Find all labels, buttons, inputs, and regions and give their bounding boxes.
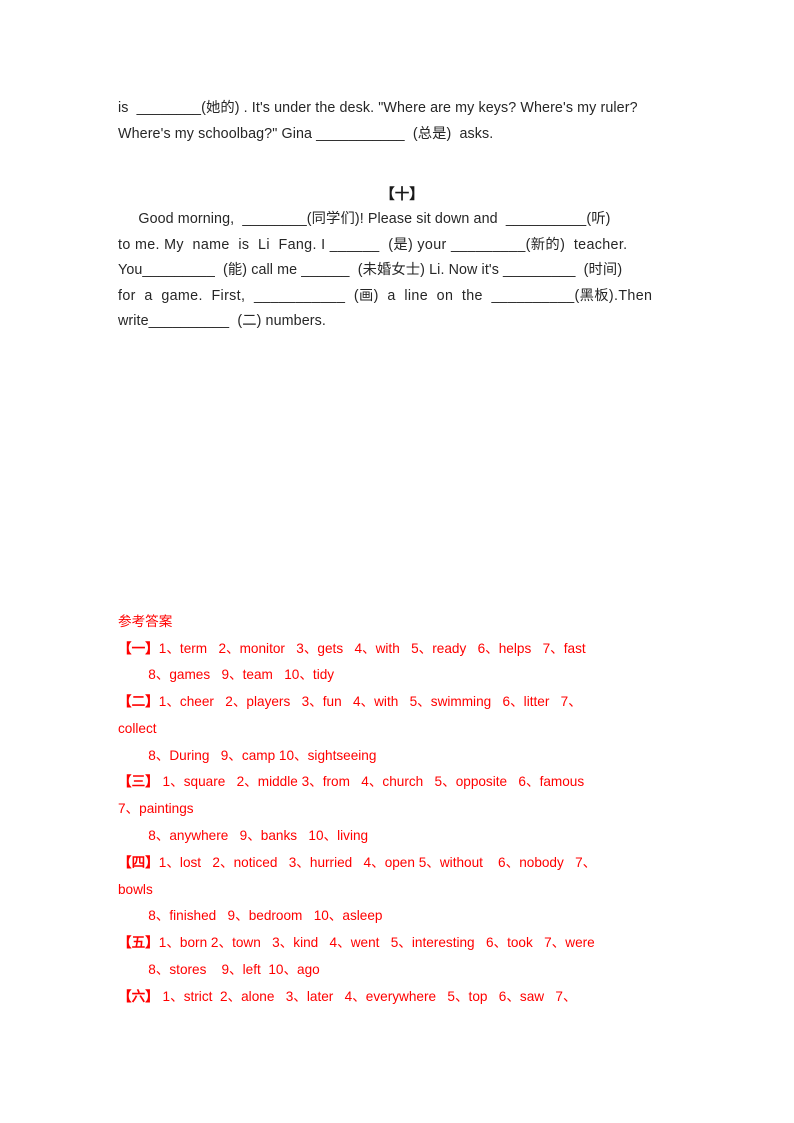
answer-text-3-a: 1、square 2、middle 3、from 4、church 5、oppo… bbox=[158, 774, 585, 790]
answer-entry-3-wrap: 7、paintings bbox=[118, 801, 194, 817]
answer-key-section: 参考答案 【一】1、term 2、monitor 3、gets 4、with 5… bbox=[118, 609, 718, 1011]
answer-entry-1-line-1: 【一】1、term 2、monitor 3、gets 4、with 5、read… bbox=[118, 636, 718, 663]
answer-marker-1: 【一】 bbox=[118, 640, 159, 656]
answer-key-title: 参考答案 bbox=[118, 614, 173, 629]
answer-text-6-a: 1、strict 2、alone 3、later 4、everywhere 5、… bbox=[158, 988, 577, 1004]
answer-entry-4-wrap: bowls bbox=[118, 881, 153, 897]
worksheet-page: is ________(她的) . It's under the desk. "… bbox=[0, 0, 794, 1123]
section-ten-line-1: Good morning, ________(同学们)! Please sit … bbox=[118, 211, 611, 227]
exercise-nine-line-1: is ________(她的) . It's under the desk. "… bbox=[118, 100, 638, 116]
answer-entry-6-line-1: 【六】 1、strict 2、alone 3、later 4、everywher… bbox=[118, 984, 718, 1011]
answer-marker-2: 【二】 bbox=[118, 694, 159, 710]
section-ten-body: Good morning, ________(同学们)! Please sit … bbox=[118, 207, 686, 335]
answer-entry-3-line-1: 【三】 1、square 2、middle 3、from 4、church 5、… bbox=[118, 769, 718, 796]
answer-marker-4: 【四】 bbox=[118, 854, 159, 870]
section-ten-line-4: for a game. First, ___________ (画) a lin… bbox=[118, 287, 653, 304]
answer-text-1-a: 1、term 2、monitor 3、gets 4、with 5、ready 6… bbox=[158, 640, 586, 656]
answer-entry-5-line-2: 8、stores 9、left 10、ago bbox=[118, 962, 320, 978]
section-ten-line-3: You_________ (能) call me ______ (未婚女士) L… bbox=[118, 262, 623, 279]
answer-entry-5-line-1: 【五】1、born 2、town 3、kind 4、went 5、interes… bbox=[118, 930, 718, 957]
answer-text-4-a: 1、lost 2、noticed 3、hurried 4、open 5、with… bbox=[158, 854, 597, 870]
answer-entry-4-line-2: 8、finished 9、bedroom 10、asleep bbox=[118, 908, 383, 924]
answer-entry-3-line-2: 8、anywhere 9、banks 10、living bbox=[118, 828, 369, 844]
answer-entry-4-line-1: 【四】1、lost 2、noticed 3、hurried 4、open 5、w… bbox=[118, 850, 718, 877]
section-ten-line-2: to me. My name is Li Fang. I ______ (是) … bbox=[118, 236, 628, 253]
answer-entry-2-line-1: 【二】1、cheer 2、players 3、fun 4、with 5、swim… bbox=[118, 689, 718, 716]
answer-entry-2-line-2: 8、During 9、camp 10、sightseeing bbox=[118, 747, 377, 763]
answer-text-5-a: 1、born 2、town 3、kind 4、went 5、interestin… bbox=[158, 935, 595, 951]
answer-text-2-a: 1、cheer 2、players 3、fun 4、with 5、swimmin… bbox=[158, 694, 582, 710]
answer-entry-1-line-2: 8、games 9、team 10、tidy bbox=[118, 667, 335, 683]
answer-marker-5: 【五】 bbox=[118, 935, 159, 951]
answer-marker-3: 【三】 bbox=[118, 774, 159, 790]
answer-entry-2-wrap: collect bbox=[118, 720, 157, 736]
exercise-nine-tail: is ________(她的) . It's under the desk. "… bbox=[118, 96, 686, 147]
section-ten-line-5: write__________ (二) numbers. bbox=[118, 313, 326, 330]
exercise-nine-line-2: Where's my schoolbag?" Gina ___________ … bbox=[118, 125, 494, 142]
answer-marker-6: 【六】 bbox=[118, 988, 159, 1004]
section-ten-heading: 【十】 bbox=[380, 187, 424, 203]
